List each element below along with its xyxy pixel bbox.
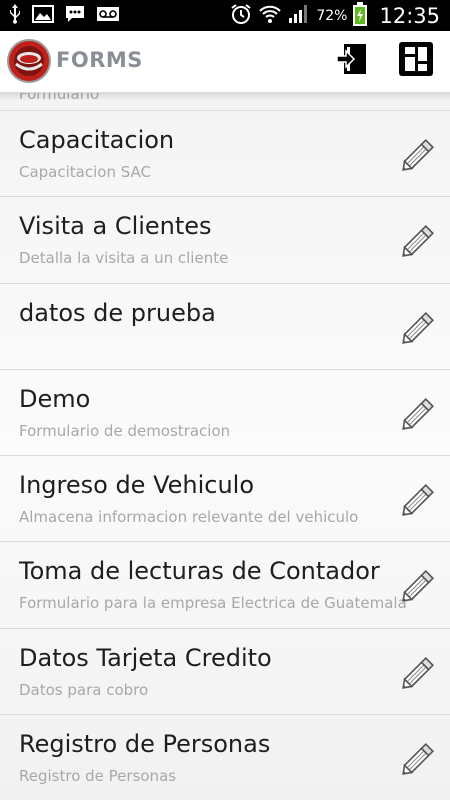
edit-pencil-icon[interactable] — [398, 135, 438, 175]
clock: 12:35 — [379, 3, 440, 28]
dashboard-icon — [399, 42, 433, 80]
image-icon — [32, 5, 54, 27]
system-icons: 72% 12:35 — [230, 0, 440, 31]
edit-pencil-icon[interactable] — [398, 739, 438, 779]
edit-pencil-icon[interactable] — [398, 394, 438, 434]
list-item[interactable]: datos de prueba — [0, 284, 450, 370]
list-item-subtitle: Formulario de demostracion — [19, 421, 231, 440]
list-top-shadow — [0, 93, 450, 101]
status-bar: 72% 12:35 — [0, 0, 450, 31]
list-item[interactable]: Registro de Personas Registro de Personas — [0, 715, 450, 800]
list-item-title: Registro de Personas — [19, 730, 271, 759]
battery-percent: 72% — [316, 7, 348, 24]
edit-pencil-icon[interactable] — [398, 566, 438, 606]
usb-icon — [8, 4, 22, 28]
list-item[interactable]: Capacitacion Capacitacion SAC — [0, 111, 450, 198]
list-item-subtitle: Registro de Personas — [19, 767, 177, 786]
list-item-subtitle: Capacitacion SAC — [19, 163, 152, 181]
login-icon — [336, 43, 368, 79]
edit-pencil-icon[interactable] — [398, 308, 438, 348]
signal-icon — [288, 4, 310, 28]
list-item[interactable]: Toma de lecturas de Contador Formulario p… — [0, 542, 450, 629]
list-item-title: Ingreso de Vehiculo — [19, 471, 255, 500]
edit-pencil-icon[interactable] — [398, 480, 438, 520]
list-item-title: Demo — [19, 384, 91, 413]
list-item-title: Visita a Clientes — [19, 212, 212, 241]
list-item-subtitle: Detalla la visita a un cliente — [19, 249, 229, 268]
list-item-subtitle: Datos para cobro — [19, 680, 149, 699]
list-item[interactable]: Datos Tarjeta Credito Datos para cobro — [0, 629, 450, 716]
wifi-icon — [258, 3, 282, 29]
voicemail-icon — [96, 5, 120, 27]
list-item[interactable]: Ingreso de Vehiculo Almacena informacion … — [0, 456, 450, 543]
battery-charging-icon — [353, 1, 368, 30]
list-item-title: datos de prueba — [19, 298, 216, 327]
edit-pencil-icon[interactable] — [398, 221, 438, 261]
dashboard-button[interactable] — [398, 42, 434, 80]
forms-list[interactable]: Formulario CapacitacionCapacitacion SACV… — [0, 93, 450, 800]
app-logo — [6, 38, 52, 84]
alarm-icon — [230, 3, 252, 29]
edit-pencil-icon[interactable] — [398, 653, 438, 693]
notification-icons — [8, 4, 120, 28]
login-button[interactable] — [334, 43, 370, 79]
list-item-title: Datos Tarjeta Credito — [19, 643, 272, 672]
list-item-title: Toma de lecturas de Contador — [19, 557, 380, 586]
action-bar: FORMS — [0, 31, 450, 93]
list-item-title: Capacitacion — [19, 126, 175, 154]
list-item[interactable]: Visita a Clientes Detalla la visita a un … — [0, 197, 450, 284]
app-title: FORMS — [56, 48, 143, 72]
list-item-subtitle: Formulario para la empresa Electrica de … — [19, 594, 407, 613]
list-item[interactable]: Demo Formulario de demostracion — [0, 370, 450, 457]
chat-icon — [64, 4, 86, 28]
list-rows: Capacitacion Capacitacion SAC Visita a Cli… — [0, 111, 450, 800]
list-item-subtitle: Almacena informacion relevante del vehic… — [19, 508, 359, 527]
